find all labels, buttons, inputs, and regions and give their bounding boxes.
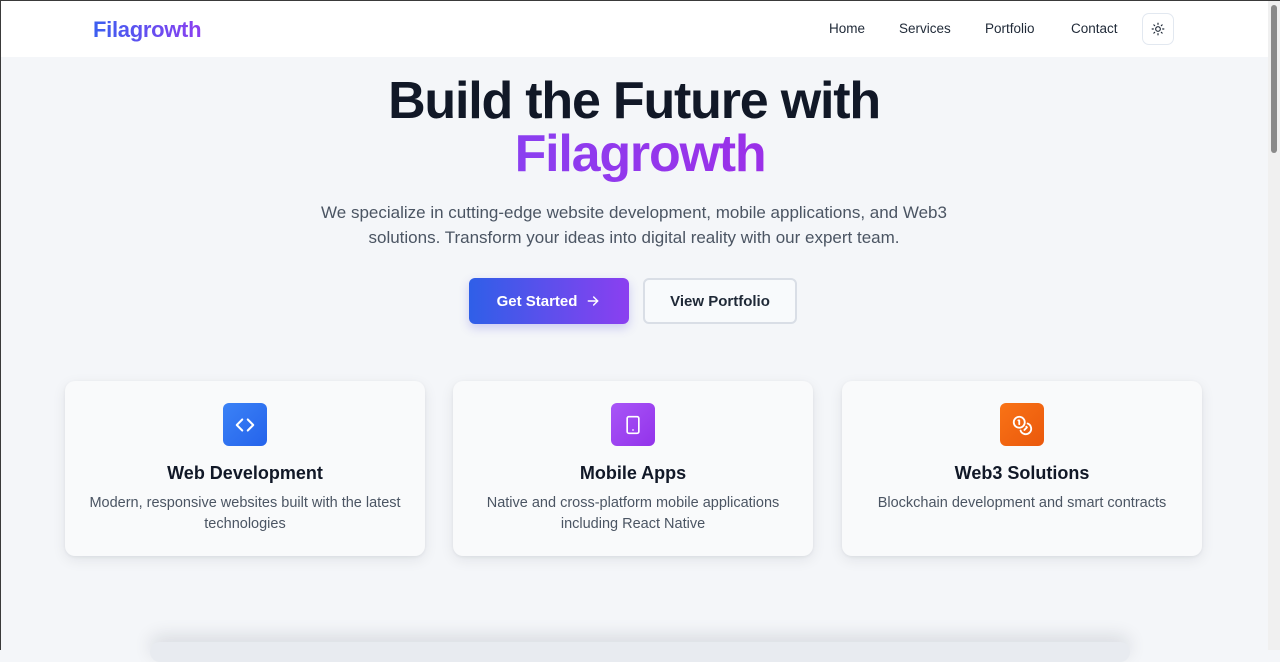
service-card-title: Web3 Solutions	[954, 463, 1090, 483]
get-started-button[interactable]: Get Started	[469, 278, 629, 324]
nav-link-contact[interactable]: Contact	[1071, 21, 1118, 36]
code-icon	[223, 403, 267, 446]
coins-icon	[1000, 403, 1044, 446]
service-card-description: Blockchain development and smart contrac…	[877, 495, 1167, 511]
nav-link-services[interactable]: Services	[899, 21, 951, 36]
arrow-right-icon	[588, 296, 599, 306]
sun-icon	[1151, 22, 1165, 36]
service-card-description: Native and cross-platform mobile applica…	[486, 495, 780, 532]
hero-subtitle: We specialize in cutting-edge website de…	[321, 203, 947, 247]
brand-logo[interactable]: Filagrowth	[93, 17, 202, 43]
service-card-web3-solutions: Web3 Solutions Blockchain development an…	[842, 381, 1202, 556]
nav-link-home[interactable]: Home	[829, 21, 865, 36]
view-portfolio-label: View Portfolio	[670, 292, 770, 310]
theme-toggle-button[interactable]	[1142, 13, 1174, 45]
nav-link-portfolio[interactable]: Portfolio	[985, 21, 1035, 36]
hero-title-line1: Build the Future with	[388, 72, 881, 130]
scrollbar-thumb[interactable]	[1271, 5, 1277, 153]
view-portfolio-button[interactable]: View Portfolio	[643, 278, 797, 324]
hero-title-line2: Filagrowth	[514, 125, 767, 183]
service-card-title: Web Development	[167, 463, 323, 483]
service-card-web-development: Web Development Modern, responsive websi…	[65, 381, 425, 556]
next-section-edge	[150, 642, 1130, 662]
tablet-icon	[611, 403, 655, 446]
service-card-description: Modern, responsive websites built with t…	[89, 495, 401, 532]
get-started-label: Get Started	[496, 292, 578, 310]
navbar: Filagrowth Home Services Portfolio Conta…	[1, 1, 1268, 57]
service-card-title: Mobile Apps	[579, 463, 687, 483]
page-scrollbar[interactable]	[1268, 1, 1280, 650]
service-card-mobile-apps: Mobile Apps Native and cross-platform mo…	[453, 381, 813, 556]
